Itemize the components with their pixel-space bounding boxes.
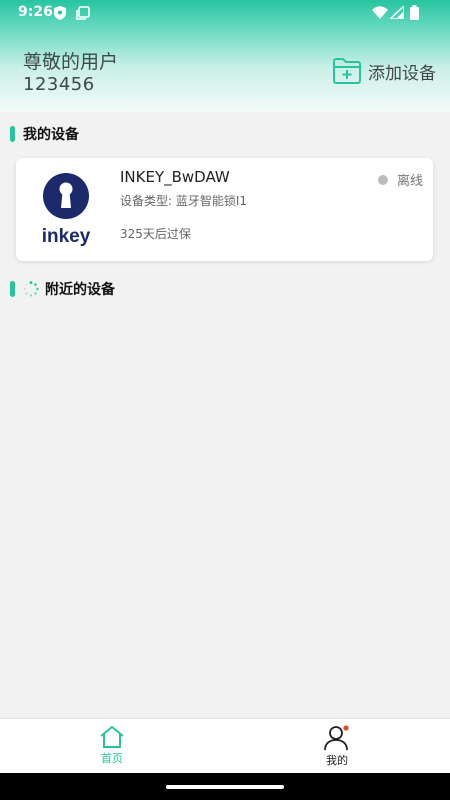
my-devices-heading: 我的设备 xyxy=(10,124,79,144)
shield-icon xyxy=(54,6,66,24)
inkey-logo: inkey xyxy=(38,172,94,247)
greeting-text: 尊敬的用户 xyxy=(23,51,119,73)
tab-home-label: 首页 xyxy=(101,752,123,765)
signal-icon xyxy=(388,4,405,23)
add-device-button[interactable]: 添加设备 xyxy=(332,57,436,85)
nearby-devices-title: 附近的设备 xyxy=(45,282,115,298)
nearby-devices-heading: 附近的设备 xyxy=(10,279,115,299)
status-time: 9:26 xyxy=(18,4,53,20)
tab-mine[interactable]: 我的 xyxy=(307,725,367,771)
wifi-icon xyxy=(372,6,388,23)
battery-icon xyxy=(410,5,419,24)
tab-mine-label: 我的 xyxy=(326,754,348,767)
home-gesture-handle[interactable] xyxy=(166,785,284,789)
folder-add-icon xyxy=(332,57,362,85)
tab-home[interactable]: 首页 xyxy=(82,725,142,771)
loading-spinner-icon xyxy=(23,281,39,297)
device-warranty: 325天后过保 xyxy=(120,227,191,241)
bottom-tab-bar: 首页 我的 xyxy=(0,718,450,773)
user-icon xyxy=(307,725,367,751)
device-name: INKEY_BwDAW xyxy=(120,168,230,186)
section-marker xyxy=(10,281,15,297)
device-status-label: 离线 xyxy=(397,174,424,189)
status-dot xyxy=(378,174,388,185)
device-status: 离线 xyxy=(378,170,423,189)
screenshot-icon xyxy=(76,6,90,24)
section-marker xyxy=(10,126,15,142)
user-id: 123456 xyxy=(23,74,95,95)
device-type: 设备类型: 蓝牙智能锁I1 xyxy=(120,194,248,208)
status-bar: 9:26 xyxy=(0,0,450,26)
logo-text: inkey xyxy=(42,226,91,246)
home-icon xyxy=(82,725,142,749)
system-navigation-bar xyxy=(0,773,450,800)
my-devices-title: 我的设备 xyxy=(23,127,79,143)
add-device-label: 添加设备 xyxy=(368,63,436,84)
device-card[interactable]: inkey INKEY_BwDAW 设备类型: 蓝牙智能锁I1 325天后过保 … xyxy=(16,158,433,261)
